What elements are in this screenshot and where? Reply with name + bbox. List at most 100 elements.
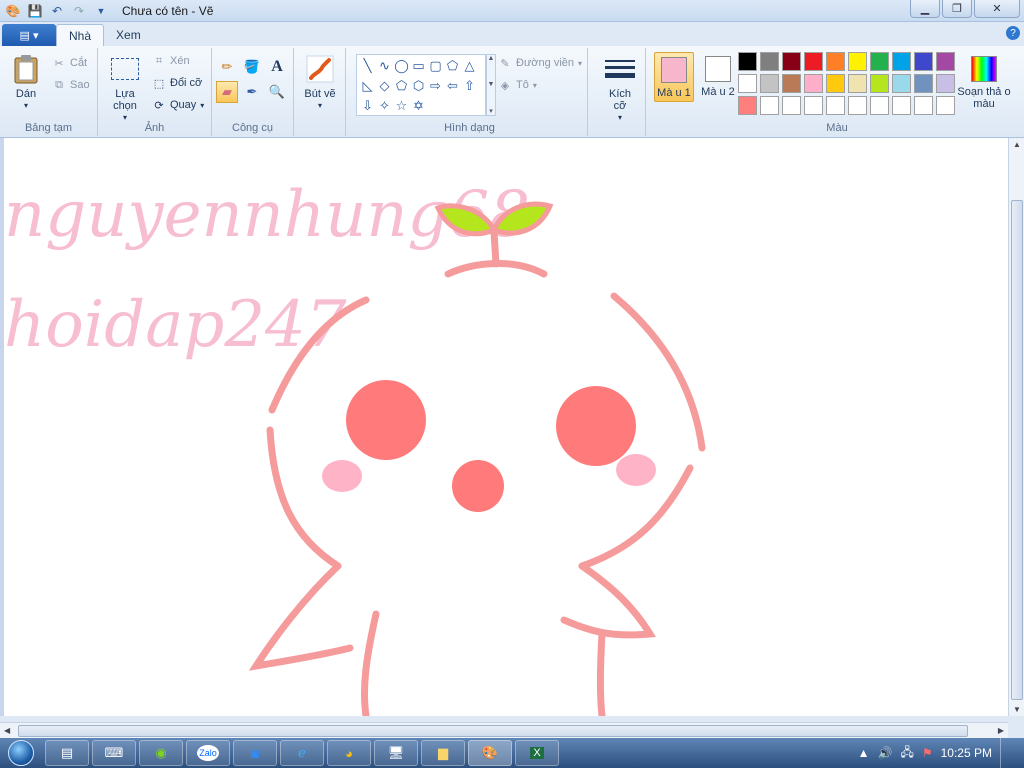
network-icon[interactable]: 🖧 xyxy=(900,743,913,764)
palette-color-3-9[interactable] xyxy=(914,96,933,115)
palette-color-3-4[interactable] xyxy=(804,96,823,115)
start-button[interactable] xyxy=(0,738,42,768)
horizontal-scrollbar[interactable]: ◀ ▶ xyxy=(0,722,1008,738)
palette-color-3-5[interactable] xyxy=(826,96,845,115)
outline-button[interactable]: ✎ Đường viền ▾ xyxy=(498,56,582,70)
cut-button[interactable]: ✂ Cắt xyxy=(52,56,87,70)
save-icon[interactable]: 💾 xyxy=(26,2,44,20)
text-tool-icon[interactable]: A xyxy=(266,56,288,78)
minimize-button[interactable]: ▁ xyxy=(910,0,940,18)
taskbar-explorer[interactable]: ▆ xyxy=(421,740,465,766)
pentagon-shape-icon[interactable]: ⬠ xyxy=(393,76,410,96)
eraser-icon[interactable]: ▰ xyxy=(216,81,238,103)
oval-shape-icon[interactable]: ◯ xyxy=(393,56,410,76)
palette-color-2-9[interactable] xyxy=(914,74,933,93)
clock[interactable]: 10:25 PM xyxy=(941,746,992,760)
help-icon[interactable]: ? xyxy=(1006,26,1020,40)
volume-icon[interactable]: 🔊 xyxy=(878,746,893,760)
rotate-button[interactable]: ⟳ Quay ▾ xyxy=(152,98,204,112)
tab-home[interactable]: Nhà xyxy=(56,24,105,46)
line-shape-icon[interactable]: ╲ xyxy=(359,56,376,76)
left-arrow-shape-icon[interactable]: ⇦ xyxy=(444,76,461,96)
palette-color-1-9[interactable] xyxy=(914,52,933,71)
palette-color-2-4[interactable] xyxy=(804,74,823,93)
color1-button[interactable]: Mà u 1 xyxy=(654,52,694,102)
right-arrow-shape-icon[interactable]: ⇨ xyxy=(427,76,444,96)
hexagon-shape-icon[interactable]: ⬡ xyxy=(410,76,427,96)
palette-color-2-6[interactable] xyxy=(848,74,867,93)
color-picker-icon[interactable]: ✒ xyxy=(241,81,263,103)
scroll-up-arrow[interactable]: ▲ xyxy=(1013,140,1021,149)
taskbar-excel[interactable]: X xyxy=(515,740,559,766)
tab-view[interactable]: Xem xyxy=(104,24,153,46)
up-arrow-shape-icon[interactable]: ⇧ xyxy=(461,76,478,96)
palette-color-1-8[interactable] xyxy=(892,52,911,71)
show-hidden-icons-icon[interactable]: ▲ xyxy=(858,746,870,760)
rectangle-shape-icon[interactable]: ▭ xyxy=(410,56,427,76)
vertical-scrollbar[interactable]: ▲ ▼ xyxy=(1008,138,1024,716)
palette-color-2-1[interactable] xyxy=(738,74,757,93)
down-arrow-shape-icon[interactable]: ⇩ xyxy=(359,96,376,116)
six-point-star-shape-icon[interactable]: ✡ xyxy=(410,96,427,116)
horizontal-scroll-thumb[interactable] xyxy=(18,725,968,737)
curve-shape-icon[interactable]: ∿ xyxy=(376,56,393,76)
copy-button[interactable]: ⧉ Sao xyxy=(52,78,90,92)
fill-button[interactable]: ◈ Tô ▾ xyxy=(498,78,537,92)
show-desktop-button[interactable] xyxy=(1000,738,1010,768)
palette-color-1-4[interactable] xyxy=(804,52,823,71)
taskbar-remote-desktop[interactable]: 🖥 xyxy=(374,740,418,766)
close-button[interactable]: ✕ xyxy=(974,0,1020,18)
size-button[interactable]: Kích cỡ ▾ xyxy=(602,54,638,124)
palette-color-1-10[interactable] xyxy=(936,52,955,71)
paint-menu-button[interactable]: ▤ ▾ xyxy=(2,24,56,46)
palette-color-2-7[interactable] xyxy=(870,74,889,93)
scroll-down-arrow[interactable]: ▼ xyxy=(1013,705,1021,714)
pencil-icon[interactable]: ✏ xyxy=(216,56,238,78)
palette-color-3-3[interactable] xyxy=(782,96,801,115)
taskbar-zalo[interactable]: Zalo xyxy=(186,740,230,766)
crop-button[interactable]: ⌗ Xén xyxy=(152,54,190,68)
fill-bucket-icon[interactable]: 🪣 xyxy=(241,56,263,78)
scroll-left-arrow[interactable]: ◀ xyxy=(4,726,10,735)
palette-color-3-2[interactable] xyxy=(760,96,779,115)
magnifier-icon[interactable]: 🔍 xyxy=(266,81,288,103)
palette-color-2-8[interactable] xyxy=(892,74,911,93)
scroll-right-arrow[interactable]: ▶ xyxy=(998,726,1004,735)
palette-color-2-5[interactable] xyxy=(826,74,845,93)
customize-qat-icon[interactable]: ▼ xyxy=(92,2,110,20)
palette-color-2-3[interactable] xyxy=(782,74,801,93)
select-button[interactable]: Lựa chọn ▾ xyxy=(104,54,146,124)
palette-color-3-1[interactable] xyxy=(738,96,757,115)
maximize-button[interactable]: ❐ xyxy=(942,0,972,18)
palette-color-1-7[interactable] xyxy=(870,52,889,71)
four-point-star-shape-icon[interactable]: ✧ xyxy=(376,96,393,116)
undo-icon[interactable]: ↶ xyxy=(48,2,66,20)
polygon-shape-icon[interactable]: ⬠ xyxy=(444,56,461,76)
palette-color-1-6[interactable] xyxy=(848,52,867,71)
shapes-scroll[interactable]: ▲ ▼ ▾ xyxy=(486,54,496,116)
palette-color-3-10[interactable] xyxy=(936,96,955,115)
palette-color-3-8[interactable] xyxy=(892,96,911,115)
rounded-rectangle-shape-icon[interactable]: ▢ xyxy=(427,56,444,76)
right-triangle-shape-icon[interactable]: ◺ xyxy=(359,76,376,96)
paint-app-icon[interactable]: 🎨 xyxy=(4,2,22,20)
action-center-icon[interactable]: ⚑ xyxy=(922,746,933,760)
palette-color-2-10[interactable] xyxy=(936,74,955,93)
taskbar-chrome[interactable]: ◕ xyxy=(327,740,371,766)
palette-color-1-1[interactable] xyxy=(738,52,757,71)
taskbar-winrar[interactable]: ▤ xyxy=(45,740,89,766)
color2-button[interactable]: Mà u 2 xyxy=(700,56,736,98)
palette-color-3-7[interactable] xyxy=(870,96,889,115)
redo-icon[interactable]: ↷ xyxy=(70,2,88,20)
taskbar-paint[interactable]: 🎨 xyxy=(468,740,512,766)
palette-color-2-2[interactable] xyxy=(760,74,779,93)
brushes-button[interactable]: Bút vẽ ▾ xyxy=(302,54,338,112)
taskbar-keyboard[interactable]: ⌨ xyxy=(92,740,136,766)
taskbar-zoom[interactable]: ◙ xyxy=(233,740,277,766)
palette-color-1-2[interactable] xyxy=(760,52,779,71)
taskbar-ie[interactable]: ℯ xyxy=(280,740,324,766)
palette-color-3-6[interactable] xyxy=(848,96,867,115)
drawing-canvas[interactable]: nguyennhung68 hoidap247 xyxy=(4,138,1008,716)
palette-color-1-3[interactable] xyxy=(782,52,801,71)
diamond-shape-icon[interactable]: ◇ xyxy=(376,76,393,96)
